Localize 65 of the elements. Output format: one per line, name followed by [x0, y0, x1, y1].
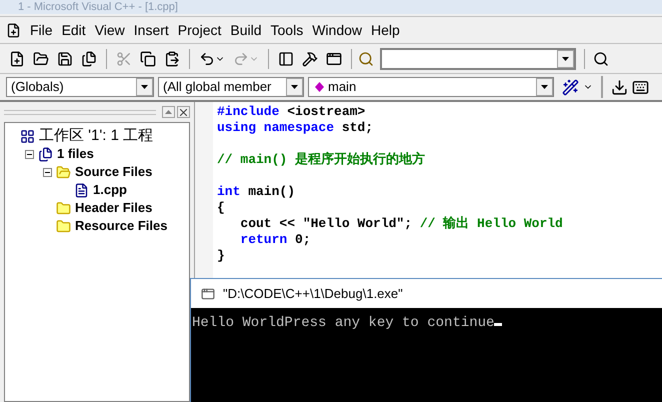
hammer-icon [302, 50, 318, 66]
clipboard-icon [164, 50, 180, 66]
combo-box[interactable]: main [308, 77, 554, 97]
tree-item[interactable]: 1.cpp [93, 180, 127, 200]
redo-icon [233, 50, 249, 66]
console-title: "D:\CODE\C++\1\Debug\1.exe" [223, 284, 403, 303]
code-line: // main() 是程序开始执行的地方 [217, 152, 426, 167]
window-icon [326, 50, 342, 66]
new-file-icon [9, 50, 25, 66]
keyboard-icon[interactable] [632, 78, 649, 96]
combo-box[interactable]: (Globals) [6, 77, 154, 97]
console-output: Hello WorldPress any key to continue [192, 315, 494, 331]
dropdown-button[interactable] [136, 78, 153, 96]
code-line: using namespace std; [217, 120, 374, 135]
close-icon [180, 108, 187, 116]
text-cursor [494, 323, 502, 326]
code-line: { [217, 200, 225, 215]
copy-icon [140, 50, 156, 66]
code-line: int main() [217, 184, 296, 199]
up-arrow-icon [165, 110, 172, 114]
tree-item[interactable]: Source Files [75, 162, 152, 182]
tree-item[interactable]: Resource Files [75, 216, 168, 236]
dropdown-button[interactable] [536, 78, 553, 96]
project-icon [38, 146, 53, 162]
panel-icon [278, 50, 294, 66]
window-title: 1 - Microsoft Visual C++ - [1.cpp] [18, 0, 178, 14]
project-icon [20, 128, 35, 144]
help-search-icon[interactable] [593, 50, 609, 66]
menu-item[interactable]: Insert [134, 20, 169, 40]
menu-item[interactable]: File [30, 20, 53, 40]
code-line: #include <iostream> [217, 104, 366, 119]
menu-item[interactable]: Build [230, 20, 262, 40]
dropdown-button[interactable] [286, 78, 303, 96]
caret-icon [291, 85, 298, 89]
menu-item[interactable]: Edit [62, 20, 86, 40]
wizard-icon[interactable] [562, 78, 579, 96]
download-icon[interactable] [611, 78, 628, 96]
document-icon [6, 22, 21, 38]
menu-item[interactable]: View [94, 20, 125, 40]
code-line: return 0; [239, 232, 311, 247]
caret-icon [141, 85, 148, 89]
stacked-files-icon [81, 50, 97, 66]
dropdown-button[interactable] [557, 50, 574, 68]
undo-icon [199, 50, 215, 66]
code-line: cout << "Hello World"; // 输出 Hello World [239, 216, 563, 231]
search-icon[interactable] [358, 50, 374, 66]
tree-item[interactable]: Header Files [75, 198, 152, 218]
scissors-icon [116, 50, 132, 66]
close-button[interactable] [177, 106, 190, 118]
combo-box[interactable]: (All global member [158, 77, 304, 97]
folder-icon [33, 50, 49, 66]
caret-icon [562, 56, 569, 60]
collapse-toggle-icon[interactable] [25, 150, 34, 158]
menu-item[interactable]: Window [312, 20, 362, 40]
find-field[interactable] [380, 48, 576, 70]
menu-item[interactable]: Help [371, 20, 400, 40]
file-icon [74, 182, 89, 198]
collapse-toggle-icon[interactable] [43, 168, 52, 176]
diamond-icon [315, 82, 324, 92]
menu-item[interactable]: Tools [270, 20, 304, 40]
caret-icon [541, 85, 548, 89]
console-app-icon [201, 286, 215, 300]
folder-icon [56, 164, 71, 180]
menu-item[interactable]: Project [178, 20, 222, 40]
code-line: } [217, 248, 225, 263]
